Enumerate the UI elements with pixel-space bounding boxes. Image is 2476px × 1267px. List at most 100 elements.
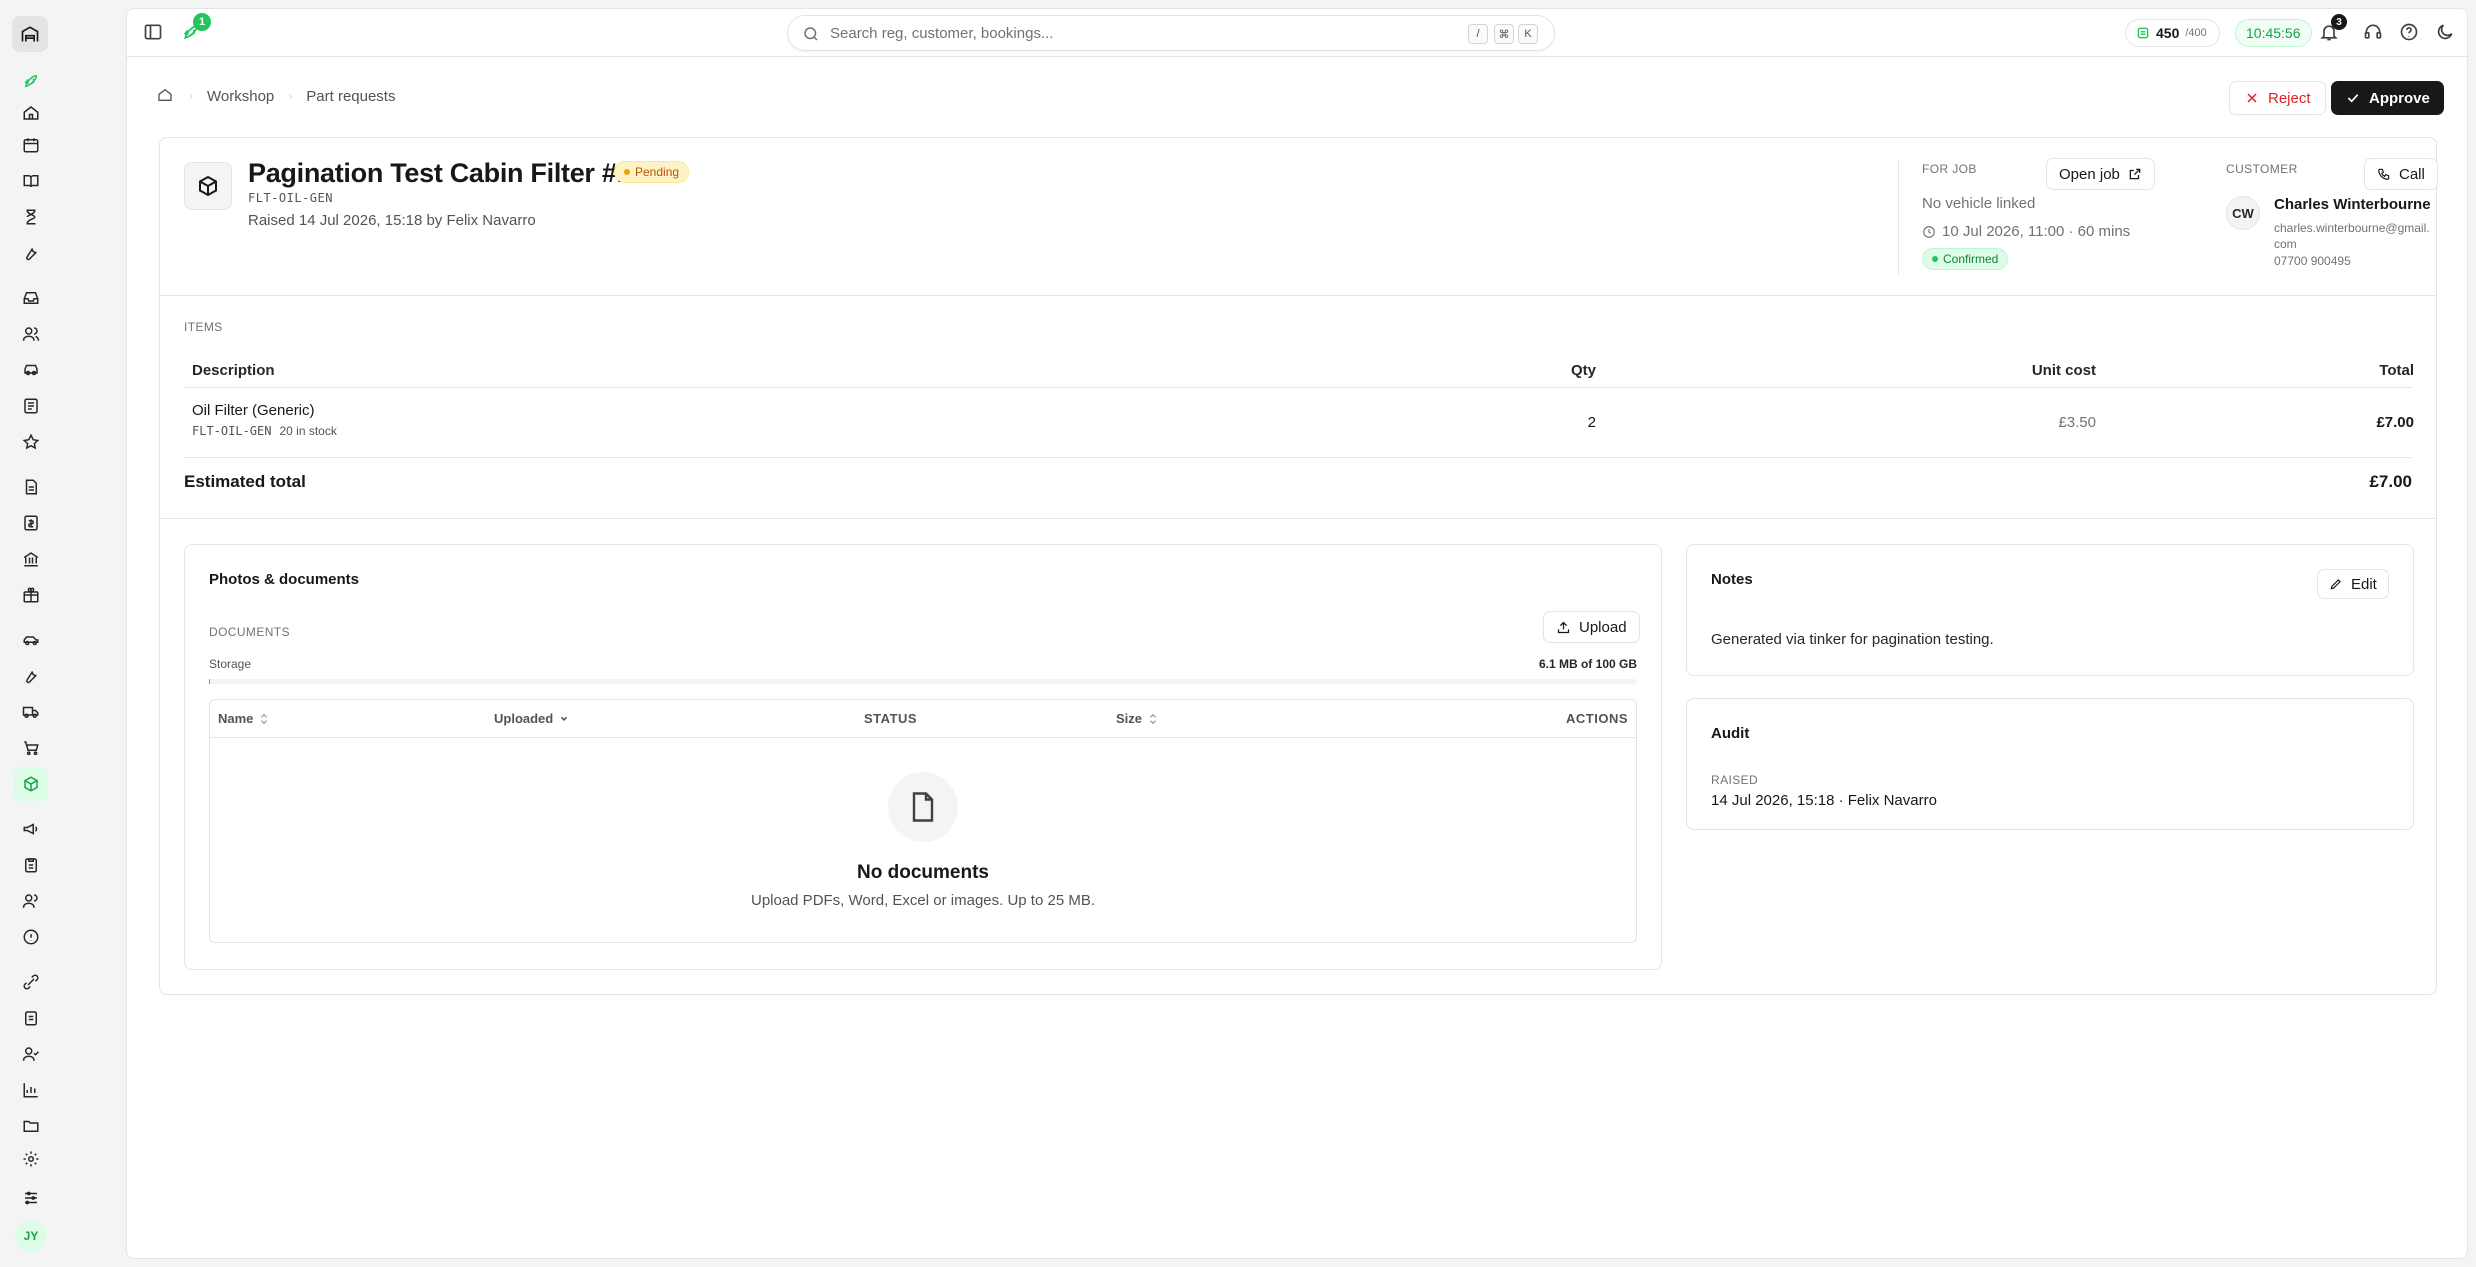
wrench-icon[interactable]	[20, 242, 42, 264]
payments-icon[interactable]	[20, 512, 42, 534]
global-search[interactable]: Search reg, customer, bookings... / ⌘ K	[787, 15, 1555, 51]
documents-label: Documents	[209, 625, 290, 639]
status-dot	[624, 169, 630, 175]
sort-icon	[1148, 713, 1158, 725]
col-uploaded[interactable]: Uploaded	[494, 711, 569, 726]
storage-value: 6.1 MB of 100 GB	[1538, 657, 1637, 671]
star-icon[interactable]	[20, 431, 42, 453]
customer-phone[interactable]: 07700 900495	[2274, 254, 2351, 268]
documents-table-header: Name Uploaded STATUS Size ACTIONS	[210, 700, 1636, 738]
notes-panel: Notes Edit Generated via tinker for pagi…	[1686, 544, 2414, 676]
staff-icon[interactable]	[20, 890, 42, 912]
document-icon[interactable]	[20, 476, 42, 498]
credits-value: 450	[2156, 25, 2180, 41]
notes-title: Notes	[1711, 571, 1753, 588]
empty-subtitle: Upload PDFs, Word, Excel or images. Up t…	[750, 892, 1096, 909]
folder-icon[interactable]	[20, 1115, 42, 1137]
info-icon[interactable]	[20, 926, 42, 948]
tools-icon[interactable]	[20, 665, 42, 687]
sms-credits[interactable]: 450 /400	[2125, 19, 2220, 47]
request-raised-line: Raised 14 Jul 2026, 15:18 by Felix Navar…	[248, 212, 536, 229]
cart-icon[interactable]	[20, 737, 42, 759]
onboarding-badge: 1	[193, 13, 211, 31]
megaphone-icon[interactable]	[20, 818, 42, 840]
breadcrumb-workshop[interactable]: Workshop	[207, 88, 274, 105]
storage-bar	[209, 679, 1637, 684]
audit-panel: Audit Raised 14 Jul 2026, 15:18 · Felix …	[1686, 698, 2414, 830]
calendar-icon[interactable]	[20, 134, 42, 156]
documents-table: Name Uploaded STATUS Size ACTIONS No doc…	[209, 699, 1637, 943]
home-icon[interactable]	[157, 87, 175, 105]
inbox-icon[interactable]	[20, 287, 42, 309]
sidebar-toggle-icon[interactable]	[143, 22, 165, 44]
integrations-icon[interactable]	[20, 971, 42, 993]
settings-gear-icon[interactable]	[20, 1148, 42, 1170]
book-icon[interactable]	[20, 170, 42, 192]
col-unit-cost: Unit cost	[2031, 362, 2096, 379]
hourglass-icon[interactable]	[20, 206, 42, 228]
edit-notes-button[interactable]: Edit	[2317, 569, 2389, 599]
job-time-text: 10 Jul 2026, 11:00 · 60 mins	[1942, 223, 2131, 240]
col-name[interactable]: Name	[218, 711, 269, 726]
sort-icon	[259, 713, 269, 725]
upload-icon	[1556, 620, 1571, 635]
reject-button[interactable]: Reject	[2229, 81, 2326, 115]
estimated-total-value: £7.00	[2369, 472, 2412, 491]
estimated-total-label: Estimated total	[184, 472, 306, 491]
open-job-button[interactable]: Open job	[2046, 158, 2155, 190]
upload-button[interactable]: Upload	[1543, 611, 1640, 643]
help-icon[interactable]	[2399, 22, 2421, 44]
customer-email[interactable]: charles.winterbourne@gmail.com	[2274, 220, 2434, 252]
reports-chart-icon[interactable]	[20, 1079, 42, 1101]
items-table-header: Description Qty Unit cost Total	[184, 358, 2414, 388]
part-request-card: Pagination Test Cabin Filter #142 Pendin…	[159, 137, 2438, 995]
notifications-badge: 3	[2331, 14, 2347, 30]
dark-mode-moon-icon[interactable]	[2435, 22, 2457, 44]
col-qty: Qty	[1570, 362, 1596, 379]
garage-logo-icon[interactable]	[12, 16, 48, 52]
shortcut-key-cmd: ⌘	[1494, 24, 1514, 44]
col-size-label: Size	[1116, 711, 1143, 726]
bank-icon[interactable]	[20, 548, 42, 570]
truck-icon[interactable]	[20, 701, 42, 723]
breadcrumb: › Workshop › Part requests	[157, 87, 395, 105]
approve-label: Approve	[2369, 89, 2430, 107]
status-badge-pending: Pending	[614, 161, 690, 183]
empty-file-icon	[888, 772, 958, 842]
col-total: Total	[2379, 362, 2414, 379]
item-stock: 20 in stock	[279, 424, 337, 438]
search-placeholder: Search reg, customer, bookings...	[830, 25, 1054, 42]
clipboard-icon[interactable]	[20, 854, 42, 876]
reject-label: Reject	[2268, 89, 2311, 107]
vehicle-icon[interactable]	[20, 629, 42, 651]
checklist-icon[interactable]	[20, 1007, 42, 1029]
audit-raised-label: Raised	[1711, 773, 1759, 787]
user-avatar[interactable]: JY	[15, 1220, 47, 1252]
rocket-icon[interactable]	[20, 70, 42, 92]
gift-icon[interactable]	[20, 584, 42, 606]
sliders-icon[interactable]	[20, 1187, 42, 1209]
request-sku: FLT-OIL-GEN	[248, 191, 333, 205]
parts-package-icon[interactable]	[14, 767, 48, 801]
call-button[interactable]: Call	[2364, 158, 2438, 190]
user-check-icon[interactable]	[20, 1043, 42, 1065]
col-uploaded-label: Uploaded	[494, 711, 554, 726]
pencil-icon	[2329, 577, 2343, 591]
photos-title: Photos & documents	[209, 571, 360, 588]
edit-label: Edit	[2351, 575, 2377, 593]
invoice-icon[interactable]	[20, 395, 42, 417]
phone-icon	[2377, 167, 2391, 181]
approve-button[interactable]: Approve	[2331, 81, 2444, 115]
col-size[interactable]: Size	[1116, 711, 1158, 726]
headset-support-icon[interactable]	[2363, 22, 2385, 44]
breadcrumb-part-requests[interactable]: Part requests	[306, 88, 395, 105]
sidebar: JY	[0, 0, 60, 1267]
items-label: Items	[184, 320, 223, 334]
job-time: 10 Jul 2026, 11:00 · 60 mins	[1922, 223, 2130, 240]
section-divider	[160, 518, 2436, 519]
users-icon[interactable]	[20, 323, 42, 345]
customer-name[interactable]: Charles Winterbourne	[2274, 196, 2431, 213]
home-icon[interactable]	[20, 102, 42, 124]
col-name-label: Name	[218, 711, 254, 726]
car-icon[interactable]	[20, 359, 42, 381]
